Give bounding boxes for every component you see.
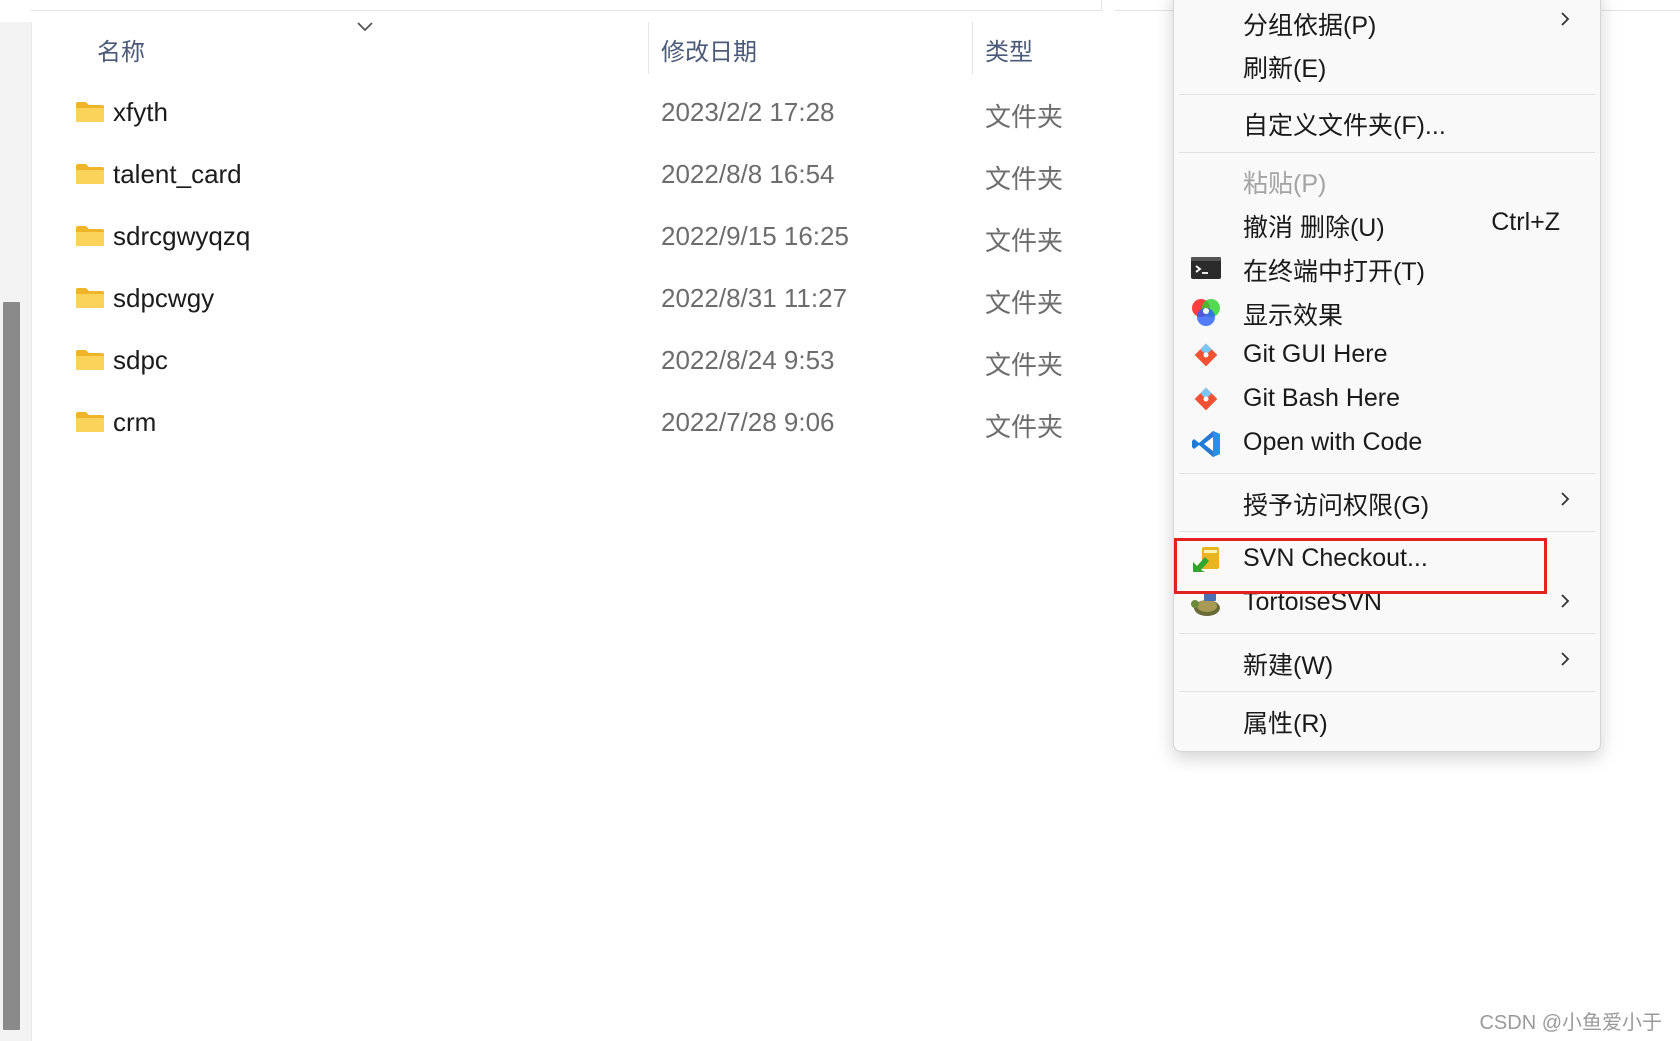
menu-item-label: 刷新(E): [1243, 55, 1327, 83]
folder-icon: [76, 102, 104, 122]
menu-item-label: Open with Code: [1243, 428, 1423, 456]
menu-item-label: Git Bash Here: [1243, 384, 1401, 412]
menu-separator: [1179, 633, 1595, 634]
left-scrollbar[interactable]: [0, 22, 32, 1041]
file-row[interactable]: crm 2022/7/28 9:06 文件夹: [60, 395, 1080, 453]
file-row[interactable]: talent_card 2022/8/8 16:54 文件夹: [60, 147, 1080, 205]
menu-item-label: 属性(R): [1243, 710, 1328, 738]
file-row[interactable]: xfyth 2023/2/2 17:28 文件夹: [60, 85, 1080, 143]
menu-separator: [1179, 473, 1595, 474]
highlight-annotation-box: [1174, 538, 1547, 594]
menu-item-label: 在终端中打开(T): [1243, 258, 1425, 286]
chevron-right-icon: [1561, 652, 1570, 666]
scrollbar-thumb[interactable]: [3, 302, 20, 1030]
file-date: 2022/8/8 16:54: [661, 159, 835, 189]
menu-item-label: 显示效果: [1243, 302, 1344, 330]
menu-item-open-terminal[interactable]: 在终端中打开(T): [1174, 246, 1600, 290]
menu-item-customize-folder[interactable]: 自定义文件夹(F)...: [1174, 100, 1600, 144]
file-row[interactable]: sdpcwgy 2022/8/31 11:27 文件夹: [60, 271, 1080, 329]
menu-item-refresh[interactable]: 刷新(E): [1174, 43, 1600, 87]
folder-icon: [76, 412, 104, 432]
context-menu: 分组依据(P) 刷新(E) 自定义文件夹(F)... 粘贴(P) 撤消 删除(U…: [1173, 0, 1601, 752]
folder-icon: [76, 164, 104, 184]
chevron-right-icon: [1561, 12, 1570, 26]
file-type: 文件夹: [985, 164, 1064, 194]
file-row[interactable]: sdpc 2022/8/24 9:53 文件夹: [60, 333, 1080, 391]
column-header-type[interactable]: 类型: [985, 32, 1033, 67]
git-icon: [1194, 387, 1218, 411]
menu-item-undo-delete[interactable]: 撤消 删除(U) Ctrl+Z: [1174, 202, 1600, 246]
menu-item-new[interactable]: 新建(W): [1174, 640, 1600, 684]
top-border-left: [31, 0, 1102, 11]
file-name: xfyth: [113, 97, 168, 127]
color-circles-icon: [1192, 299, 1220, 326]
file-name: sdpcwgy: [113, 283, 215, 313]
file-date: 2023/2/2 17:28: [661, 97, 835, 127]
menu-item-git-gui[interactable]: Git GUI Here: [1174, 334, 1600, 378]
chevron-right-icon: [1561, 492, 1570, 506]
menu-item-shortcut: Ctrl+Z: [1491, 208, 1560, 236]
menu-item-grant-access[interactable]: 授予访问权限(G): [1174, 480, 1600, 524]
vscode-icon: [1192, 431, 1220, 457]
menu-item-label: Git GUI Here: [1243, 340, 1388, 368]
folder-icon: [76, 288, 104, 308]
menu-item-git-bash[interactable]: Git Bash Here: [1174, 378, 1600, 422]
git-icon: [1194, 343, 1218, 367]
watermark: CSDN @小鱼爱小于: [1479, 1012, 1662, 1034]
folder-icon: [76, 226, 104, 246]
menu-separator: [1179, 691, 1595, 692]
file-name: crm: [113, 407, 157, 437]
file-name: sdrcgwyqzq: [113, 221, 251, 251]
terminal-icon: [1191, 257, 1221, 279]
file-row[interactable]: sdrcgwyqzq 2022/9/15 16:25 文件夹: [60, 209, 1080, 267]
folder-icon: [76, 350, 104, 370]
file-date: 2022/7/28 9:06: [661, 407, 835, 437]
file-date: 2022/9/15 16:25: [661, 221, 849, 251]
column-separator[interactable]: [648, 22, 649, 74]
file-date: 2022/8/31 11:27: [661, 283, 848, 313]
file-type: 文件夹: [985, 412, 1064, 442]
file-date: 2022/8/24 9:53: [661, 345, 835, 375]
file-type: 文件夹: [985, 102, 1064, 132]
column-separator[interactable]: [972, 22, 973, 74]
column-header-date[interactable]: 修改日期: [661, 32, 757, 67]
menu-separator: [1179, 94, 1595, 95]
sort-chevron-down-icon: [357, 22, 373, 32]
menu-item-label: 粘贴(P): [1243, 170, 1327, 198]
menu-separator: [1179, 152, 1595, 153]
file-name: sdpc: [113, 345, 168, 375]
chevron-right-icon: [1561, 594, 1570, 608]
menu-item-paste[interactable]: 粘贴(P): [1174, 158, 1600, 202]
file-type: 文件夹: [985, 288, 1064, 318]
column-header-name[interactable]: 名称: [97, 32, 145, 67]
file-name: talent_card: [113, 159, 242, 189]
file-type: 文件夹: [985, 226, 1064, 256]
menu-item-open-with-code[interactable]: Open with Code: [1174, 422, 1600, 466]
menu-item-display-effects[interactable]: 显示效果: [1174, 290, 1600, 334]
menu-item-group-by[interactable]: 分组依据(P): [1174, 0, 1600, 44]
menu-item-properties[interactable]: 属性(R): [1174, 698, 1600, 742]
menu-item-label: 授予访问权限(G): [1243, 492, 1430, 520]
menu-item-label: 自定义文件夹(F)...: [1243, 112, 1446, 140]
file-type: 文件夹: [985, 350, 1064, 380]
menu-item-label: 分组依据(P): [1243, 12, 1377, 40]
menu-item-label: 撤消 删除(U): [1243, 214, 1385, 242]
menu-separator: [1179, 531, 1595, 532]
menu-item-label: 新建(W): [1243, 652, 1334, 680]
